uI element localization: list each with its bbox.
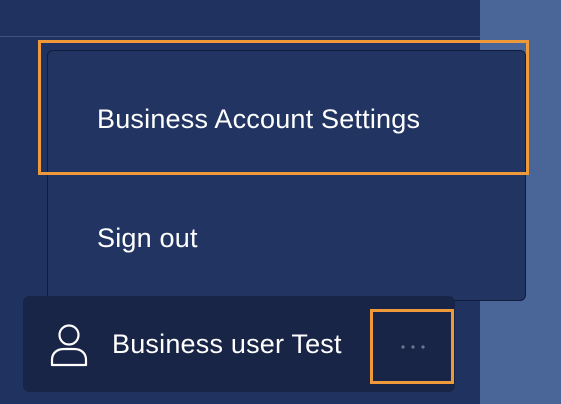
more-horizontal-icon (400, 337, 426, 355)
user-icon (50, 323, 88, 367)
menu-item-label: Business Account Settings (97, 103, 421, 134)
menu-item-business-account-settings[interactable]: Business Account Settings (48, 59, 525, 179)
user-account-bar[interactable]: Business user Test (23, 296, 455, 392)
menu-item-label: Sign out (97, 222, 198, 253)
menu-item-sign-out[interactable]: Sign out (48, 178, 525, 298)
user-name: Business user Test (112, 328, 342, 359)
divider (0, 36, 480, 37)
more-options-button[interactable] (373, 311, 453, 381)
account-menu: Business Account Settings Sign out (47, 50, 526, 301)
